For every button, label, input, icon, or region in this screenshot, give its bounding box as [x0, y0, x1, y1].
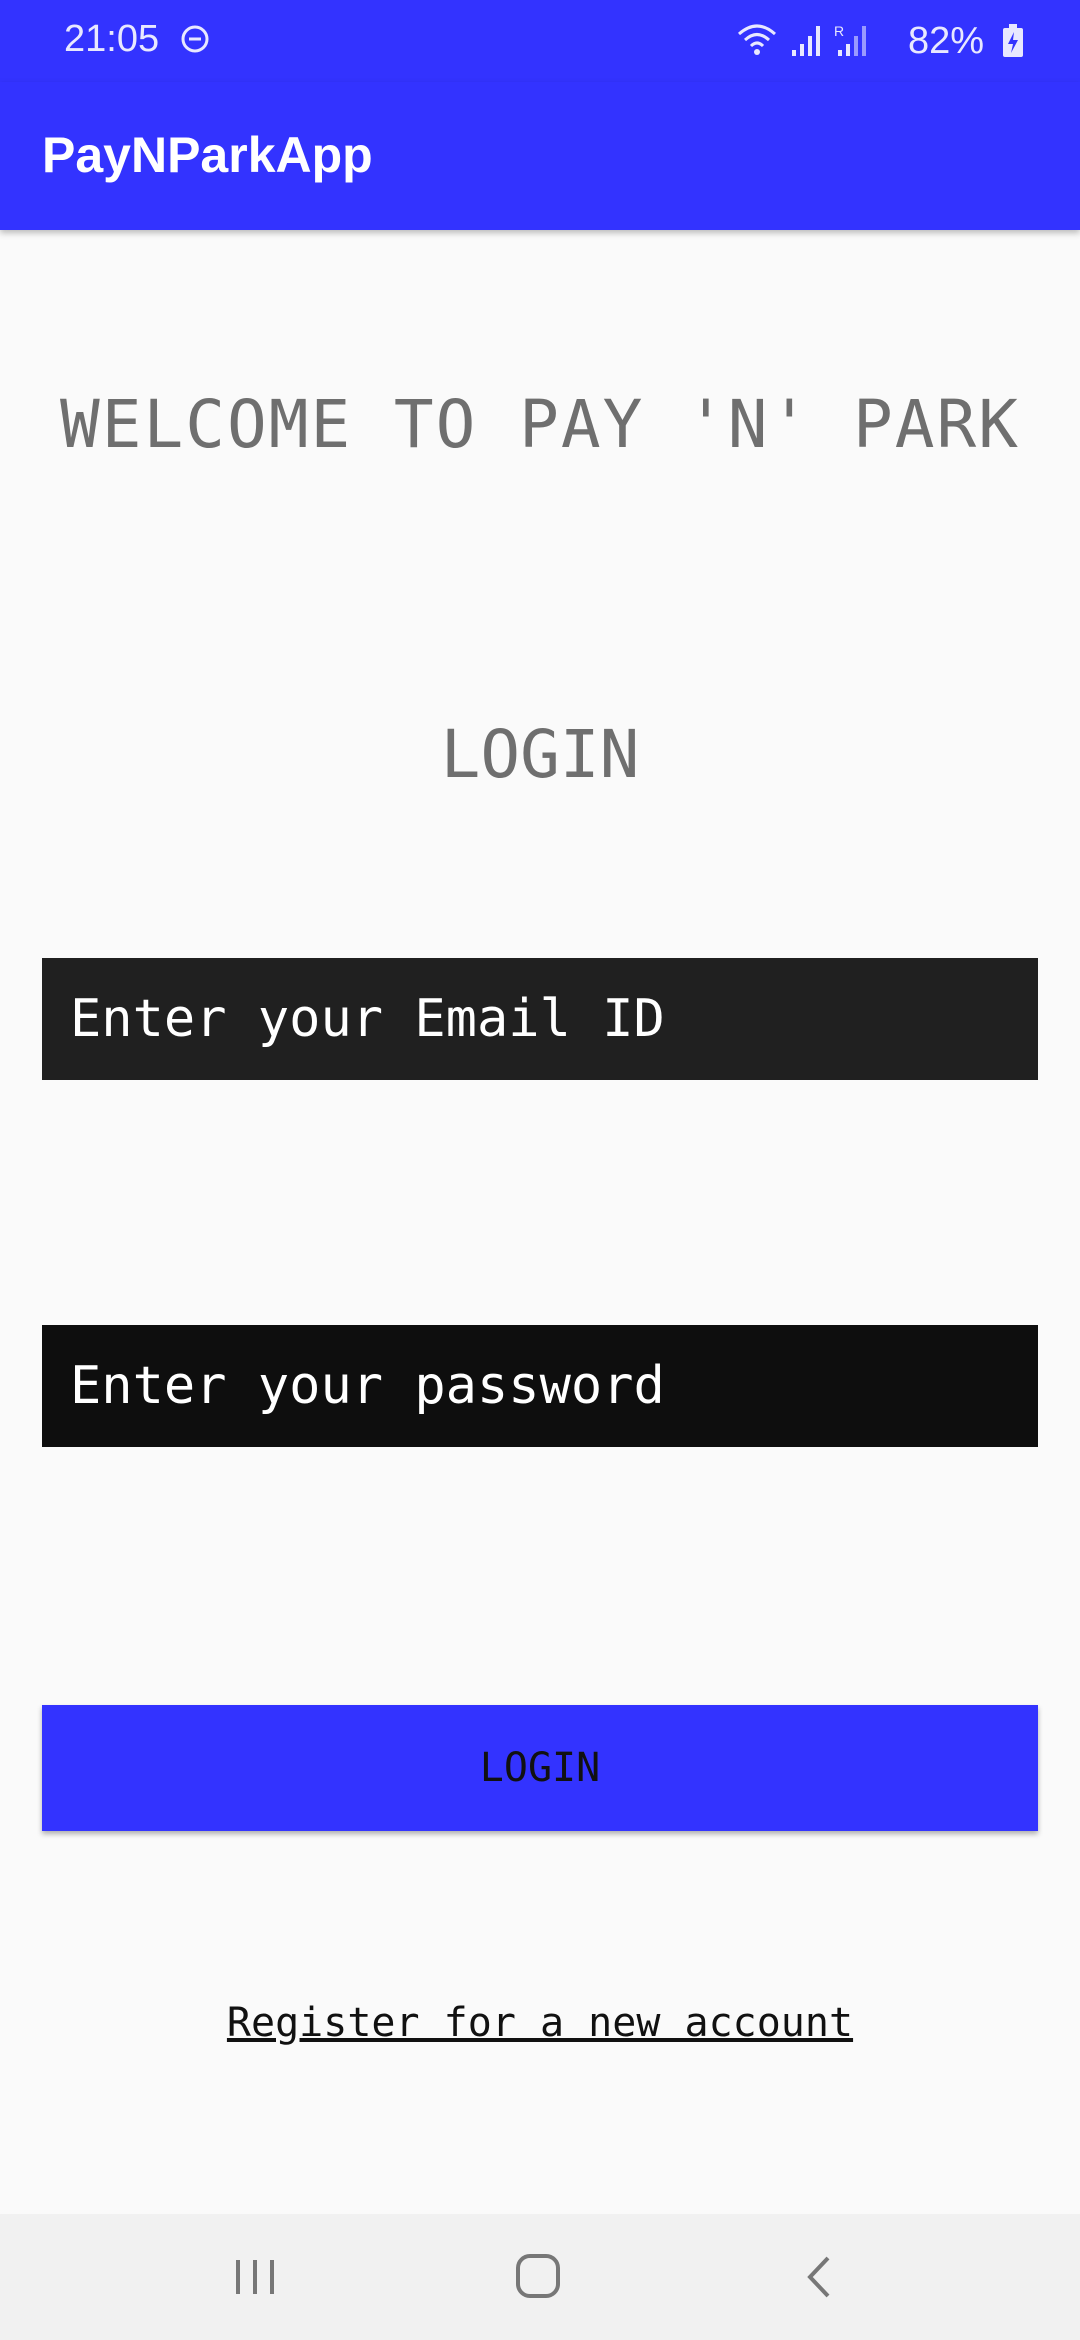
password-field[interactable]: Enter your password — [42, 1325, 1038, 1447]
status-icons: R 82% — [694, 18, 1024, 64]
email-placeholder: Enter your Email ID — [70, 989, 665, 1049]
password-placeholder: Enter your password — [70, 1356, 665, 1416]
navigation-bar — [0, 2214, 1080, 2340]
login-button[interactable]: LOGIN — [42, 1705, 1038, 1831]
status-time: 21:05 — [64, 18, 160, 60]
email-field[interactable]: Enter your Email ID — [42, 958, 1038, 1080]
recent-apps-icon[interactable] — [232, 2254, 278, 2300]
battery-charging-icon — [1003, 24, 1023, 57]
app-bar: PayNParkApp — [0, 82, 1080, 230]
login-heading: LOGIN — [440, 716, 640, 793]
wifi-icon — [738, 24, 776, 55]
app-title: PayNParkApp — [42, 127, 373, 183]
welcome-heading: WELCOME TO PAY 'N' PARK — [60, 386, 1020, 463]
signal-roaming-icon: R — [834, 23, 866, 56]
home-icon[interactable] — [514, 2252, 562, 2300]
signal-icon — [792, 26, 820, 56]
status-bar: 21:05 R 82% — [0, 0, 1080, 82]
do-not-disturb-icon — [181, 25, 209, 53]
back-icon[interactable] — [802, 2254, 836, 2300]
battery-percentage: 82% — [907, 20, 984, 62]
svg-text:R: R — [834, 23, 844, 39]
login-button-label: LOGIN — [479, 1745, 601, 1791]
register-link[interactable]: Register for a new account — [0, 2000, 1080, 2046]
